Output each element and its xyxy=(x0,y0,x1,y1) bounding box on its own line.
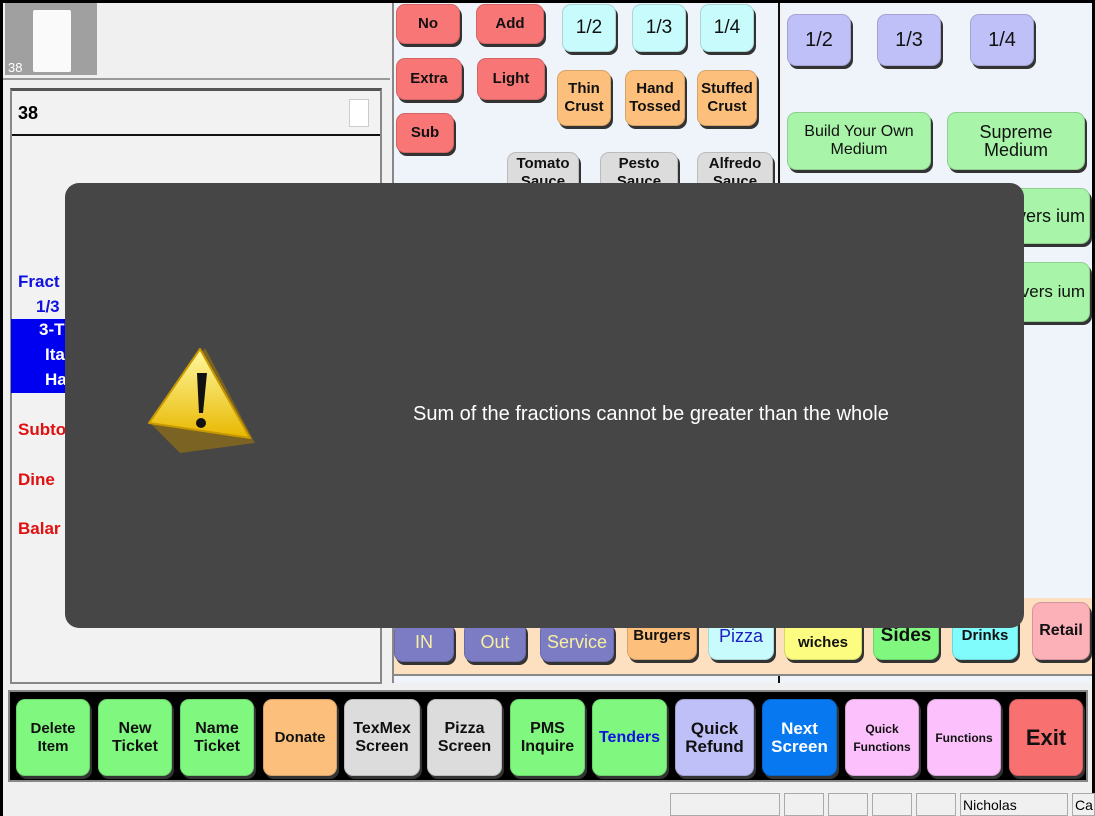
extra-button[interactable]: Extra xyxy=(396,58,462,100)
ticket-number: 38 xyxy=(18,103,39,123)
pms-inquire-button[interactable]: PMS Inquire xyxy=(510,699,585,776)
tenders-button[interactable]: Tenders xyxy=(592,699,667,776)
new-ticket-button[interactable]: New Ticket xyxy=(98,699,172,776)
ticket-thumbnail[interactable]: 38 xyxy=(5,3,97,75)
stuffed-crust-button[interactable]: Stuffed Crust xyxy=(697,70,757,126)
category-service[interactable]: Service xyxy=(540,622,614,662)
category-in[interactable]: IN xyxy=(394,622,454,662)
status-user: Nicholas xyxy=(960,793,1068,816)
category-out[interactable]: Out xyxy=(464,622,526,662)
donate-button[interactable]: Donate xyxy=(263,699,337,776)
status-cell xyxy=(670,793,780,816)
selected-item[interactable]: 3-T Ita Ha xyxy=(11,319,71,393)
texmex-screen-button[interactable]: TexMex Screen xyxy=(344,699,420,776)
thin-crust-button[interactable]: Thin Crust xyxy=(557,70,611,126)
status-cell xyxy=(784,793,824,816)
add-button[interactable]: Add xyxy=(476,4,544,44)
sub-button[interactable]: Sub xyxy=(396,113,454,153)
functions-button[interactable]: Functions xyxy=(927,699,1001,776)
quick-refund-button[interactable]: Quick Refund xyxy=(675,699,754,776)
item-line: Ha xyxy=(45,370,67,389)
warning-icon xyxy=(148,348,255,453)
receipt-icon xyxy=(33,10,71,72)
item-line: 3-T xyxy=(39,320,65,339)
dine-label: Dine xyxy=(18,470,55,489)
light-button[interactable]: Light xyxy=(477,58,545,100)
ticket-header: 38 xyxy=(12,91,380,136)
half-button[interactable]: 1/2 xyxy=(562,4,616,52)
pizza-quarter-button[interactable]: 1/4 xyxy=(970,14,1034,66)
no-button[interactable]: No xyxy=(396,4,460,44)
delete-item-button[interactable]: Delete Item xyxy=(16,699,90,776)
fraction-value: 1/3 xyxy=(36,297,60,316)
pizza-screen-button[interactable]: Pizza Screen xyxy=(427,699,502,776)
item-line: Ita xyxy=(45,345,65,364)
dialog-message: Sum of the fractions cannot be greater t… xyxy=(413,403,889,425)
quick-functions-button[interactable]: Quick Functions xyxy=(845,699,919,776)
status-cell xyxy=(916,793,956,816)
build-your-own-button[interactable]: Build Your Own Medium xyxy=(787,112,931,170)
quarter-button[interactable]: 1/4 xyxy=(700,4,754,52)
receipt-icon[interactable] xyxy=(349,99,369,127)
status-cell xyxy=(828,793,868,816)
exit-button[interactable]: Exit xyxy=(1009,699,1083,776)
status-extra: Ca xyxy=(1072,793,1095,816)
pizza-half-button[interactable]: 1/2 xyxy=(787,14,851,66)
hand-tossed-button[interactable]: Hand Tossed xyxy=(625,70,685,126)
supreme-button[interactable]: Supreme Medium xyxy=(947,112,1085,170)
third-button[interactable]: 1/3 xyxy=(632,4,686,52)
subtotal-label: Subto xyxy=(18,420,67,439)
fraction-label: Fract xyxy=(18,272,60,291)
balance-label: Balar xyxy=(18,519,61,538)
error-dialog: Sum of the fractions cannot be greater t… xyxy=(65,183,1024,628)
category-retail[interactable]: Retail xyxy=(1032,602,1090,660)
pizza-third-button[interactable]: 1/3 xyxy=(877,14,941,66)
status-cell xyxy=(872,793,912,816)
next-screen-button[interactable]: Next Screen xyxy=(762,699,837,776)
thumbnail-number: 38 xyxy=(8,60,23,75)
name-ticket-button[interactable]: Name Ticket xyxy=(180,699,254,776)
